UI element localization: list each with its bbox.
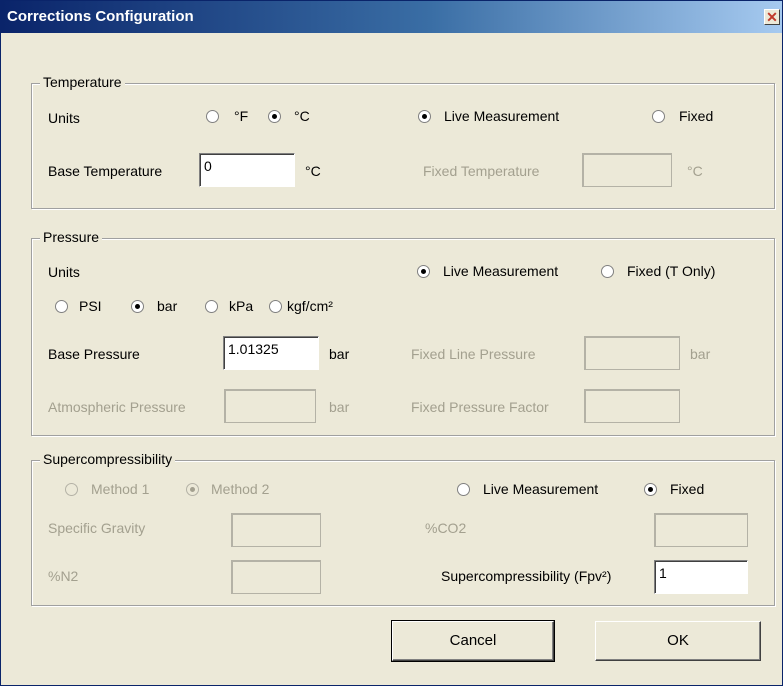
cancel-button[interactable]: Cancel [391, 620, 555, 662]
temperature-group: Temperature [31, 74, 775, 209]
temperature-unit-f-radio[interactable] [206, 110, 219, 123]
specific-gravity-label: Specific Gravity [48, 520, 146, 536]
supercompressibility-live-label[interactable]: Live Measurement [483, 481, 598, 497]
fixed-line-pressure-label: Fixed Line Pressure [411, 346, 536, 362]
method-2-radio[interactable] [186, 483, 199, 496]
atmospheric-pressure-label: Atmospheric Pressure [48, 399, 186, 415]
temperature-group-label: Temperature [40, 74, 125, 90]
n2-input[interactable] [231, 560, 321, 594]
method-2-label[interactable]: Method 2 [211, 481, 269, 497]
pressure-unit-psi-label[interactable]: PSI [79, 298, 102, 314]
specific-gravity-input[interactable] [231, 513, 321, 547]
fixed-temperature-input[interactable] [582, 153, 672, 187]
pressure-unit-kpa-radio[interactable] [205, 300, 218, 313]
supercompressibility-fixed-label[interactable]: Fixed [670, 481, 704, 497]
supercompressibility-group-label: Supercompressibility [40, 451, 176, 467]
atmospheric-pressure-unit: bar [329, 399, 350, 415]
fixed-temperature-label: Fixed Temperature [423, 163, 540, 179]
pressure-fixed-radio[interactable] [601, 265, 614, 278]
pressure-live-radio[interactable] [417, 265, 430, 278]
base-pressure-label: Base Pressure [48, 346, 140, 362]
corrections-dialog: Corrections Configuration ✕ Temperature … [0, 0, 783, 686]
temperature-fixed-radio[interactable] [652, 110, 665, 123]
pressure-unit-kpa-label[interactable]: kPa [229, 298, 253, 314]
temperature-units-label: Units [48, 110, 80, 126]
fpv-input[interactable]: 1 [654, 560, 748, 594]
method-1-label[interactable]: Method 1 [91, 481, 149, 497]
title-bar[interactable]: Corrections Configuration ✕ [1, 1, 782, 33]
pressure-fixed-label[interactable]: Fixed (T Only) [627, 263, 715, 279]
supercompressibility-live-radio[interactable] [457, 483, 470, 496]
method-1-radio[interactable] [65, 483, 78, 496]
fixed-pressure-factor-label: Fixed Pressure Factor [411, 399, 549, 415]
temperature-unit-c-label[interactable]: °C [294, 108, 310, 124]
fixed-temperature-unit: °C [687, 163, 703, 179]
temperature-fixed-label[interactable]: Fixed [679, 108, 713, 124]
atmospheric-pressure-input[interactable] [224, 389, 316, 423]
co2-label: %CO2 [425, 520, 467, 536]
temperature-unit-f-label[interactable]: °F [234, 108, 248, 124]
close-icon[interactable]: ✕ [764, 9, 780, 25]
fpv-label: Supercompressibility (Fpv²) [441, 568, 612, 584]
co2-input[interactable] [654, 513, 748, 547]
pressure-unit-bar-radio[interactable] [131, 300, 144, 313]
pressure-unit-psi-radio[interactable] [55, 300, 68, 313]
pressure-unit-kgf-label[interactable]: kgf/cm² [287, 298, 333, 314]
pressure-live-label[interactable]: Live Measurement [443, 263, 558, 279]
pressure-units-label: Units [48, 264, 80, 280]
base-pressure-input[interactable]: 1.01325 [223, 336, 319, 370]
pressure-unit-kgf-radio[interactable] [269, 300, 282, 313]
supercompressibility-fixed-radio[interactable] [644, 483, 657, 496]
ok-button[interactable]: OK [595, 621, 761, 661]
n2-label: %N2 [48, 568, 79, 584]
temperature-unit-c-radio[interactable] [268, 110, 281, 123]
temperature-live-label[interactable]: Live Measurement [444, 108, 559, 124]
pressure-unit-bar-label[interactable]: bar [157, 298, 177, 314]
pressure-group-label: Pressure [40, 229, 103, 245]
temperature-live-radio[interactable] [418, 110, 431, 123]
base-temperature-label: Base Temperature [48, 163, 163, 179]
fixed-line-pressure-unit: bar [690, 346, 711, 362]
window-title: Corrections Configuration [7, 8, 194, 25]
fixed-line-pressure-input[interactable] [584, 336, 680, 370]
fixed-pressure-factor-input[interactable] [584, 389, 680, 423]
base-temperature-input[interactable]: 0 [199, 153, 295, 187]
base-pressure-unit: bar [329, 346, 350, 362]
base-temperature-unit: °C [305, 163, 321, 179]
